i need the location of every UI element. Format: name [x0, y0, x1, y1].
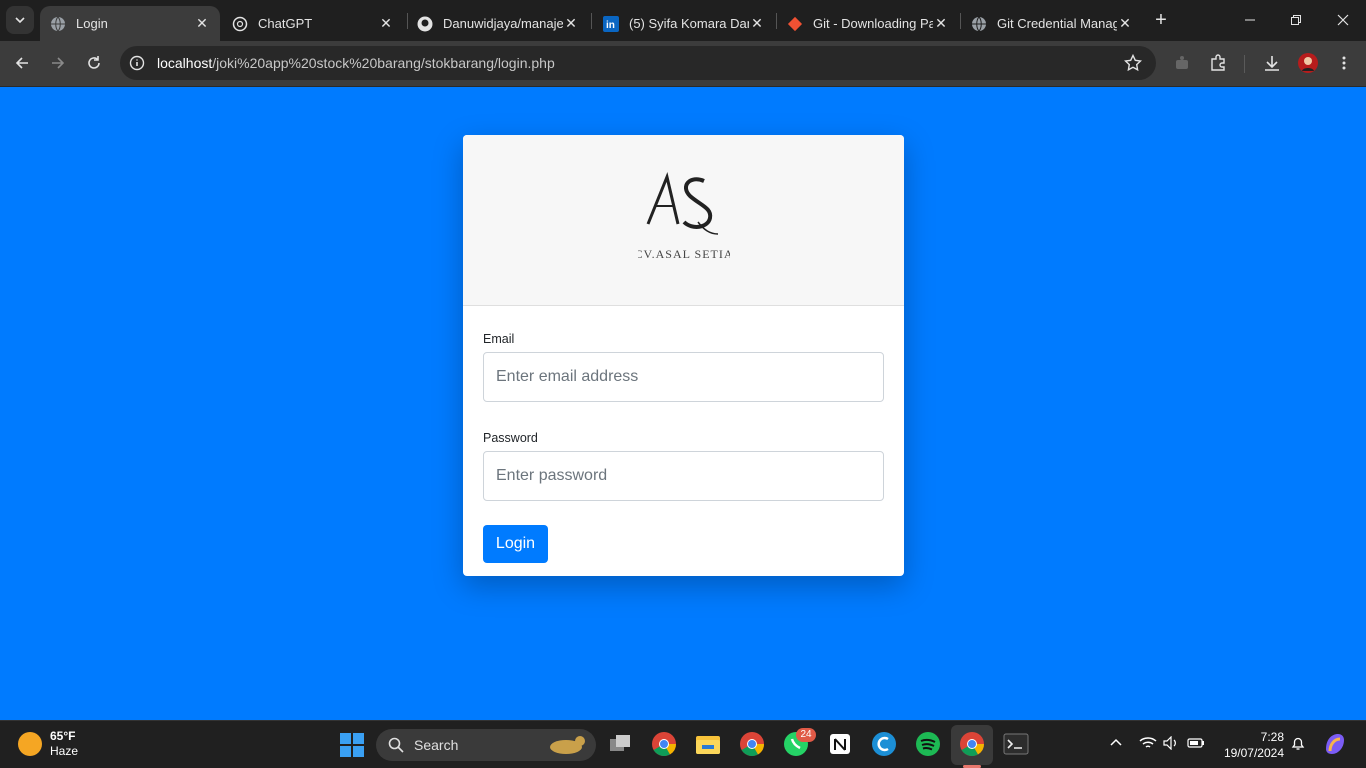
- back-button[interactable]: [10, 51, 34, 75]
- chrome-active-icon[interactable]: [959, 731, 985, 757]
- tab-title: Login: [76, 16, 108, 31]
- search-label: Search: [414, 737, 459, 753]
- restore-icon: [1291, 15, 1301, 25]
- linkedin-icon: in: [603, 15, 619, 32]
- tab-title: Danuwidjaya/manajem: [443, 16, 563, 31]
- bookmark-star-icon[interactable]: [1123, 53, 1143, 77]
- tab-git-credential[interactable]: Git Credential Manag ✕: [961, 6, 1143, 41]
- extensions-button[interactable]: [1206, 51, 1230, 75]
- weather-condition: Haze: [50, 744, 79, 758]
- download-icon: [1265, 56, 1279, 71]
- notification-bell-icon[interactable]: [1290, 735, 1306, 754]
- toolbar-divider: [1244, 55, 1245, 73]
- search-icon: [388, 737, 404, 753]
- globe-icon: [971, 16, 987, 32]
- chevron-up-icon[interactable]: [1109, 736, 1123, 753]
- tab-title: (5) Syifa Komara Danu: [629, 16, 749, 31]
- spotify-icon[interactable]: [915, 731, 941, 757]
- canva-icon[interactable]: [871, 731, 897, 757]
- windows-taskbar: 65°F Haze Search 24 7:28 19/07/2024: [0, 720, 1366, 768]
- taskbar-search[interactable]: Search: [376, 729, 596, 761]
- weather-sun-icon: [18, 732, 42, 756]
- tab-separator: [591, 13, 592, 29]
- system-clock[interactable]: 7:28 19/07/2024: [1224, 729, 1284, 761]
- svg-text:in: in: [606, 20, 615, 31]
- wifi-icon[interactable]: [1139, 736, 1157, 753]
- battery-icon[interactable]: [1187, 736, 1205, 753]
- profile-avatar[interactable]: [1296, 51, 1320, 75]
- tab-linkedin[interactable]: in (5) Syifa Komara Danu ✕: [593, 6, 775, 41]
- chrome-profile-icon[interactable]: [739, 731, 765, 757]
- close-window-button[interactable]: [1331, 8, 1355, 32]
- tab-title: ChatGPT: [258, 16, 313, 31]
- logo-caption: CV.ASAL SETIA: [638, 247, 730, 261]
- search-highlight-icon: [546, 733, 588, 760]
- login-button[interactable]: Login: [483, 525, 548, 563]
- password-field[interactable]: [483, 451, 884, 501]
- windows-start-icon[interactable]: [339, 732, 365, 758]
- close-tab-icon[interactable]: ✕: [194, 15, 210, 32]
- tab-login[interactable]: Login ✕: [40, 6, 220, 41]
- file-explorer-icon[interactable]: [695, 731, 721, 757]
- tab-github[interactable]: Danuwidjaya/manajem ✕: [407, 6, 589, 41]
- password-label: Password: [483, 431, 538, 445]
- reload-button[interactable]: [82, 51, 106, 75]
- arrow-right-icon: [52, 57, 65, 69]
- email-label: Email: [483, 332, 515, 346]
- restore-button[interactable]: [1284, 8, 1308, 32]
- tab-title: Git Credential Manag: [997, 16, 1117, 31]
- forward-button[interactable]: [46, 51, 70, 75]
- url-host: localhost: [157, 55, 213, 71]
- chrome-icon[interactable]: [651, 731, 677, 757]
- close-tab-icon[interactable]: ✕: [933, 15, 949, 32]
- terminal-icon[interactable]: [1003, 731, 1029, 757]
- git-icon: [787, 16, 803, 32]
- weather-temperature: 65°F: [50, 729, 76, 743]
- new-tab-button[interactable]: +: [1150, 9, 1172, 31]
- tab-git-downloading[interactable]: Git - Downloading Pa ✕: [777, 6, 959, 41]
- company-logo: CV.ASAL SETIA: [634, 172, 733, 267]
- chatgpt-icon: [232, 16, 248, 32]
- volume-icon[interactable]: [1163, 735, 1179, 753]
- login-card: CV.ASAL SETIA Email Password Login: [463, 135, 904, 576]
- notion-icon[interactable]: [827, 731, 853, 757]
- toolbar-border: [0, 86, 1366, 87]
- login-card-header: CV.ASAL SETIA: [463, 135, 904, 306]
- close-tab-icon[interactable]: ✕: [563, 15, 579, 32]
- site-info-icon[interactable]: [129, 55, 145, 76]
- arrow-left-icon: [15, 57, 28, 69]
- globe-icon: [50, 16, 66, 32]
- extension-robot-icon[interactable]: [1170, 51, 1194, 75]
- chevron-down-icon: [15, 17, 25, 24]
- close-tab-icon[interactable]: ✕: [378, 15, 394, 32]
- browser-tab-strip: Login ✕ ChatGPT ✕ Danuwidjaya/manajem ✕ …: [0, 0, 1366, 41]
- more-vertical-icon: [1342, 56, 1346, 70]
- close-tab-icon[interactable]: ✕: [1117, 15, 1133, 32]
- tab-chatgpt[interactable]: ChatGPT ✕: [222, 6, 404, 41]
- browser-toolbar: localhost/joki%20app%20stock%20barang/st…: [0, 41, 1366, 86]
- reload-icon: [88, 56, 100, 69]
- weather-widget[interactable]: 65°F Haze: [18, 729, 78, 759]
- browser-menu-button[interactable]: [1332, 51, 1356, 75]
- tab-search-button[interactable]: [6, 6, 34, 34]
- url-text: localhost/joki%20app%20stock%20barang/st…: [157, 55, 555, 71]
- downloads-button[interactable]: [1260, 51, 1284, 75]
- clock-time: 7:28: [1260, 730, 1284, 744]
- close-tab-icon[interactable]: ✕: [749, 15, 765, 32]
- task-view-icon[interactable]: [607, 731, 633, 757]
- email-field[interactable]: [483, 352, 884, 402]
- whatsapp-badge: 24: [796, 728, 816, 742]
- tab-title: Git - Downloading Pa: [813, 16, 933, 31]
- close-icon: [1337, 14, 1349, 26]
- puzzle-icon: [1211, 54, 1225, 71]
- minimize-button[interactable]: [1238, 8, 1262, 32]
- login-form: Email Password Login: [463, 306, 904, 576]
- clock-date: 19/07/2024: [1223, 746, 1284, 760]
- copilot-icon[interactable]: [1322, 731, 1348, 760]
- address-bar[interactable]: localhost/joki%20app%20stock%20barang/st…: [120, 46, 1156, 80]
- minimize-icon: [1245, 19, 1255, 21]
- url-path: /joki%20app%20stock%20barang/stokbarang/…: [212, 55, 555, 71]
- github-icon: [417, 16, 433, 32]
